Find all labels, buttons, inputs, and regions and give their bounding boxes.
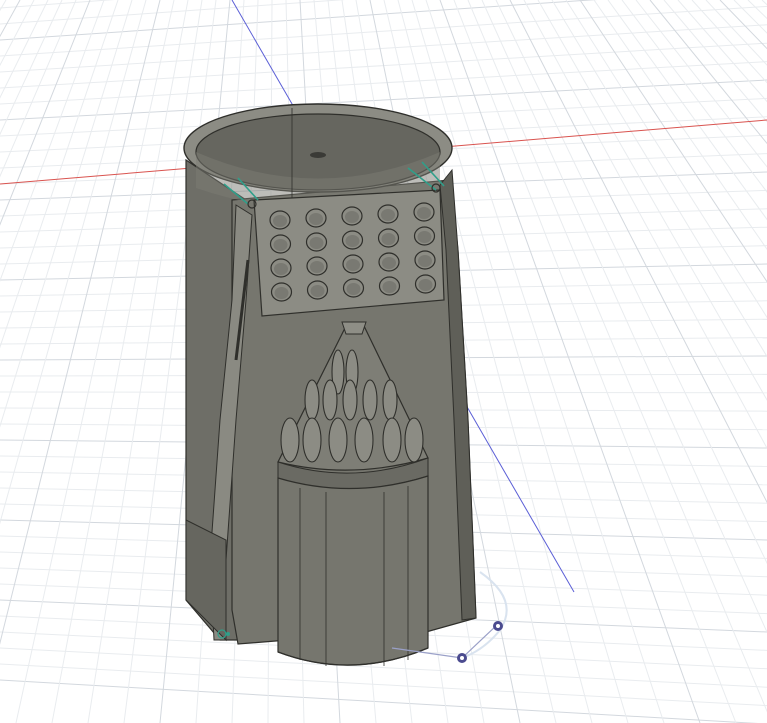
grid-line	[0, 0, 63, 136]
grid-line	[453, 0, 737, 723]
perforation-hole-inner	[417, 207, 431, 219]
perforation-hole-inner	[310, 261, 324, 273]
perforation-hole-inner	[346, 259, 360, 271]
grid-line	[87, 0, 203, 723]
cone-slot	[302, 417, 322, 463]
grid-line	[0, 0, 105, 283]
grid-line	[0, 0, 21, 38]
center-hole	[310, 152, 326, 158]
cone-slot	[342, 379, 358, 421]
grid-line	[565, 0, 767, 319]
grid-line	[0, 0, 161, 645]
grid-line	[0, 0, 133, 428]
grid-line	[15, 0, 175, 723]
grid-line	[551, 0, 767, 358]
cone-tip	[341, 321, 367, 335]
grid-line	[0, 0, 119, 349]
grid-line	[761, 0, 767, 6]
perforation-hole-inner	[273, 239, 288, 251]
perforation-hole-inner	[418, 279, 433, 291]
perforation-hole-inner	[382, 281, 397, 293]
grid-line	[0, 0, 7, 12]
cone-slot	[280, 417, 300, 463]
perforation-hole-inner	[345, 211, 359, 223]
perforation-hole-inner	[274, 263, 288, 275]
cone-slot	[382, 379, 398, 421]
grid-line	[677, 0, 767, 103]
lower-cylinder[interactable]	[277, 475, 429, 666]
perforation-hole-inner	[382, 257, 396, 269]
3d-viewport[interactable]	[0, 0, 767, 723]
grid-line	[0, 0, 147, 525]
perforation-hole-inner	[310, 285, 325, 297]
grid-line	[607, 0, 767, 221]
perforation-hole-inner	[309, 213, 323, 225]
grid-line	[649, 0, 767, 145]
scene-canvas[interactable]	[0, 0, 767, 723]
perforation-hole-inner	[273, 215, 287, 227]
cone-slot	[404, 417, 424, 463]
cone-slot	[304, 379, 320, 421]
cone-slot	[362, 379, 378, 421]
perforation-hole-inner	[381, 233, 396, 245]
cone-slot	[382, 417, 402, 463]
grid-line	[635, 0, 767, 168]
grid-line	[51, 0, 189, 723]
perforation-hole-inner	[417, 231, 432, 243]
perforated-panel[interactable]	[253, 189, 445, 317]
grid-line	[481, 0, 767, 634]
cone-slot	[354, 417, 374, 463]
cylinder-body	[277, 475, 429, 666]
grid-line	[663, 0, 767, 123]
cone-slot	[328, 417, 348, 463]
perforation-hole-inner	[345, 235, 360, 247]
perforation-hole-inner	[418, 255, 432, 267]
cone-slot	[322, 379, 338, 421]
perforation-hole-inner	[381, 209, 395, 221]
perforation-hole-inner	[309, 237, 324, 249]
grid-line	[747, 0, 767, 20]
perforation-hole-inner	[346, 283, 361, 295]
grid-line	[719, 0, 767, 50]
grid-line	[0, 0, 115, 9]
perforation-hole-inner	[274, 287, 289, 299]
grid-line	[705, 0, 767, 66]
